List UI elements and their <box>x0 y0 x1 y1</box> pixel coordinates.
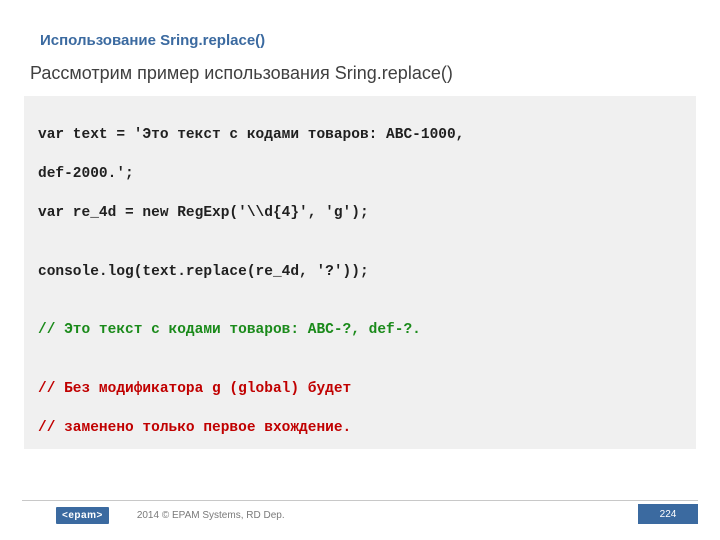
code-comment-output: // Это текст с кодами товаров: ABC-?, de… <box>38 321 682 341</box>
page-number-badge: 224 <box>638 504 698 524</box>
code-line: def-2000.'; <box>38 165 682 185</box>
code-block: var text = 'Это текст с кодами товаров: … <box>24 96 696 449</box>
code-comment-note: // Без модификатора g (global) будет <box>38 380 682 400</box>
code-line: var text = 'Это текст с кодами товаров: … <box>38 126 682 146</box>
slide-title: Использование Sring.replace() <box>0 0 720 49</box>
code-comment-note: // заменено только первое вхождение. <box>38 419 682 439</box>
slide-subtitle: Рассмотрим пример использования Sring.re… <box>0 49 720 84</box>
epam-logo: <epam> <box>56 507 109 524</box>
code-line: var re_4d = new RegExp('\\d{4}', 'g'); <box>38 204 682 224</box>
footer-divider <box>22 500 698 501</box>
page-number: 224 <box>660 509 677 520</box>
slide: Использование Sring.replace() Рассмотрим… <box>0 0 720 540</box>
copyright-text: 2014 © EPAM Systems, RD Dep. <box>137 510 285 521</box>
footer-content: <epam> 2014 © EPAM Systems, RD Dep. 224 <box>0 507 720 524</box>
footer: <epam> 2014 © EPAM Systems, RD Dep. 224 <box>0 500 720 526</box>
code-line: console.log(text.replace(re_4d, '?')); <box>38 263 682 283</box>
